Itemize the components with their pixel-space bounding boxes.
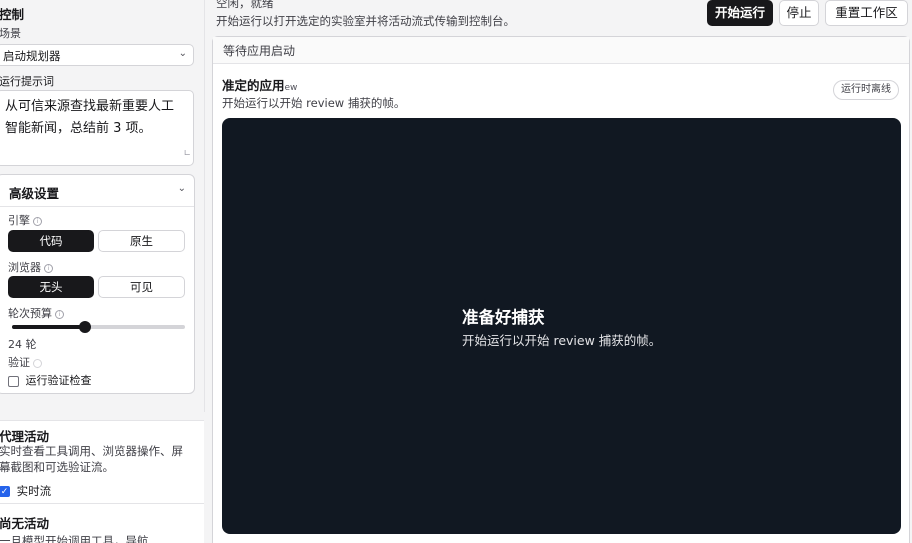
- chevron-down-icon: ⌄: [177, 183, 186, 194]
- run-button[interactable]: 开始运行: [707, 0, 773, 26]
- browser-option-headless[interactable]: 无头: [8, 276, 94, 298]
- budget-slider-thumb[interactable]: [78, 321, 91, 333]
- app-desc: 开始运行以开始 review 捕获的帧。: [222, 96, 406, 110]
- app-title: 准定的应用: [222, 78, 285, 93]
- chevron-down-icon: ⌄: [178, 48, 187, 59]
- info-icon[interactable]: i: [44, 263, 53, 273]
- browser-option-visible[interactable]: 可见: [98, 276, 185, 298]
- control-title-text: 控制: [0, 7, 25, 22]
- reset-workspace-button[interactable]: 重置工作区: [825, 0, 908, 26]
- scenario-select[interactable]: 启动规划器 ⌄: [0, 44, 194, 66]
- budget-slider-fill: [12, 325, 85, 329]
- runtime-status-badge: 运行时离线: [833, 80, 899, 100]
- prompt-textarea[interactable]: 从可信来源查找最新重要人工智能新闻，总结前 3 项。 ∟: [0, 90, 194, 166]
- app-viewer-card: 等待应用启动 准定的应用ew 开始运行以开始 review 捕获的帧。 运行时离…: [212, 36, 910, 543]
- scenario-label: 场景: [0, 27, 21, 40]
- advanced-settings-header[interactable]: 高级设置 ⌄: [0, 175, 194, 207]
- status-text: 空闲，就绪: [216, 0, 274, 10]
- verify-label-row: 验证: [8, 354, 42, 370]
- engine-option-code[interactable]: 代码: [8, 230, 94, 252]
- prompt-text: 从可信来源查找最新重要人工智能新闻，总结前 3 项。: [5, 99, 175, 136]
- verify-checkbox-row[interactable]: 运行验证检查: [8, 372, 92, 388]
- live-stream-row[interactable]: ✓ 实时流: [0, 483, 51, 499]
- app-viewer-header: 等待应用启动: [213, 37, 909, 64]
- empty-activity-desc: 一旦模型开始调用工具，导航: [0, 534, 149, 543]
- info-icon[interactable]: [33, 358, 42, 368]
- budget-label-row: 轮次预算 i: [8, 305, 64, 321]
- scenario-value: 启动规划器: [3, 49, 61, 63]
- info-icon[interactable]: i: [55, 309, 64, 319]
- stop-button[interactable]: 停止: [779, 0, 819, 26]
- live-stream-checkbox[interactable]: ✓: [0, 486, 10, 497]
- info-icon[interactable]: i: [33, 216, 42, 226]
- hint-text: 开始运行以打开选定的实验室并将活动流式传输到控制台。: [216, 14, 515, 28]
- verify-checkbox[interactable]: [8, 375, 19, 387]
- engine-option-native[interactable]: 原生: [98, 230, 185, 252]
- browser-label: 浏览器: [8, 261, 41, 274]
- viewer-subtitle: 开始运行以开始 review 捕获的帧。: [462, 333, 662, 348]
- engine-label-row: 引擎 i: [8, 212, 42, 228]
- verify-label: 验证: [8, 356, 30, 369]
- divider: [0, 503, 204, 504]
- live-stream-label: 实时流: [16, 484, 52, 498]
- budget-label: 轮次预算: [8, 307, 52, 320]
- agent-activity-desc: 实时查看工具调用、浏览器操作、屏幕截图和可选验证流。: [0, 444, 183, 474]
- prompt-label: 运行提示词: [0, 75, 54, 88]
- verify-checkbox-label: 运行验证检查: [25, 374, 92, 387]
- empty-activity-title: 尚无活动: [0, 516, 50, 531]
- app-title-row: 准定的应用ew: [222, 75, 297, 94]
- divider: [204, 0, 205, 412]
- viewer-title: 准备好捕获: [462, 308, 545, 327]
- app-title-suffix: ew: [284, 83, 298, 93]
- resize-grip-icon[interactable]: ∟: [183, 143, 191, 165]
- browser-label-row: 浏览器 i: [8, 259, 53, 275]
- engine-label: 引擎: [8, 214, 30, 227]
- budget-value: 24 轮: [8, 338, 37, 351]
- advanced-settings-title: 高级设置: [9, 186, 60, 201]
- capture-viewer[interactable]: 准备好捕获 开始运行以开始 review 捕获的帧。: [222, 118, 901, 534]
